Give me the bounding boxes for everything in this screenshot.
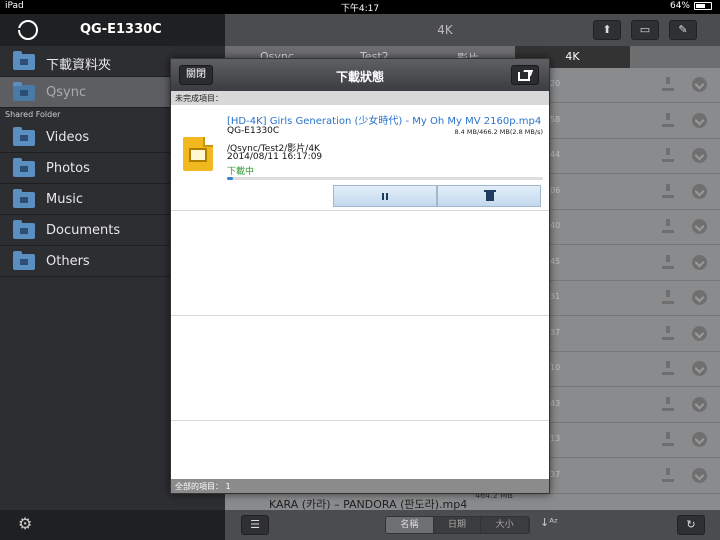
chevron-down-icon[interactable] bbox=[692, 467, 707, 483]
status-right: 64% bbox=[670, 1, 712, 11]
edit-button[interactable]: ✎ bbox=[669, 20, 697, 40]
logout-icon[interactable] bbox=[14, 20, 38, 40]
download-icon[interactable] bbox=[661, 290, 675, 304]
task-size-progress: 8.4 MB/466.2 MB(2.8 MB/s) bbox=[454, 128, 543, 136]
chevron-down-icon[interactable] bbox=[692, 77, 707, 92]
main-header: 4K ⬆ ▭ ✎ bbox=[225, 14, 720, 46]
share-button[interactable] bbox=[511, 65, 539, 85]
sort-by-size[interactable]: 大小 bbox=[481, 517, 529, 533]
sidebar-item-label: Music bbox=[46, 192, 83, 207]
empty-slot bbox=[171, 316, 549, 421]
download-icon[interactable] bbox=[661, 325, 675, 340]
shared-folder-heading: Shared Folder bbox=[5, 110, 61, 119]
download-icon[interactable] bbox=[661, 219, 675, 233]
download-icon[interactable] bbox=[661, 77, 675, 91]
clock: 下午4:17 bbox=[340, 4, 380, 14]
file-time: 58 bbox=[550, 114, 561, 124]
sidebar-header: QG-E1330C bbox=[0, 14, 225, 46]
chevron-down-icon[interactable] bbox=[692, 183, 707, 199]
chevron-down-icon[interactable] bbox=[692, 219, 707, 234]
sync-folder-icon bbox=[13, 82, 35, 101]
sidebar-item-label: Videos bbox=[46, 130, 90, 145]
sidebar-item-label: Others bbox=[46, 254, 90, 269]
empty-slot bbox=[171, 211, 549, 316]
dialog-footer: 全部的項目： 1 bbox=[171, 479, 549, 493]
folder-icon bbox=[13, 51, 35, 70]
download-icon[interactable] bbox=[661, 183, 675, 198]
dialog-title: 下載狀態 bbox=[335, 70, 384, 84]
sidebar-item-label: Documents bbox=[46, 223, 121, 238]
chevron-down-icon[interactable] bbox=[692, 361, 707, 376]
file-time: 37 bbox=[550, 469, 561, 479]
sidebar-item-label: Qsync bbox=[46, 85, 87, 100]
folder-icon bbox=[13, 158, 35, 177]
new-folder-button[interactable]: ▭ bbox=[631, 20, 659, 40]
file-time: 37 bbox=[550, 327, 561, 337]
download-icon[interactable] bbox=[661, 467, 675, 482]
video-file-icon bbox=[183, 137, 213, 171]
sidebar-item-label: Photos bbox=[46, 161, 90, 176]
file-time: 31 bbox=[550, 292, 561, 301]
dialog-header: 關閉 下載狀態 bbox=[171, 59, 549, 91]
sort-control: 名稱 日期 大小 bbox=[385, 516, 530, 534]
main-footer: ☰ 名稱 日期 大小 ↓ᴬᶻ ↻ bbox=[225, 510, 720, 540]
download-icon[interactable] bbox=[661, 432, 675, 446]
download-icon[interactable] bbox=[661, 361, 675, 375]
folder-icon bbox=[13, 220, 35, 239]
download-icon[interactable] bbox=[661, 148, 675, 162]
folder-icon bbox=[13, 189, 35, 208]
chevron-down-icon[interactable] bbox=[692, 148, 707, 163]
chevron-down-icon[interactable] bbox=[692, 325, 707, 341]
pause-icon bbox=[382, 193, 388, 200]
download-icon[interactable] bbox=[661, 112, 675, 127]
upload-button[interactable]: ⬆ bbox=[593, 20, 621, 40]
task-state: 下載中 bbox=[227, 167, 255, 177]
gear-icon[interactable]: ⚙ bbox=[18, 514, 32, 533]
sort-by-name[interactable]: 名稱 bbox=[386, 517, 434, 533]
battery-percent: 64% bbox=[669, 1, 690, 11]
download-status-dialog: 關閉 下載狀態 未完成項目： [HD-4K] Girls Generation … bbox=[170, 58, 550, 494]
task-datetime: 2014/08/11 16:17:09 bbox=[227, 152, 323, 162]
file-time: 44 bbox=[550, 150, 561, 159]
folder-icon bbox=[13, 127, 35, 146]
chevron-down-icon[interactable] bbox=[692, 396, 707, 412]
chevron-down-icon[interactable] bbox=[692, 112, 707, 128]
file-time: 10 bbox=[550, 363, 561, 372]
file-time: 06 bbox=[550, 185, 561, 195]
empty-slot bbox=[171, 421, 549, 479]
file-time: 45 bbox=[550, 256, 561, 266]
sort-order-icon[interactable]: ↓ᴬᶻ bbox=[540, 516, 558, 529]
download-task: [HD-4K] Girls Generation (少女時代) - My Oh … bbox=[171, 105, 549, 211]
sidebar-footer: ⚙ bbox=[0, 510, 225, 540]
file-time: 40 bbox=[550, 221, 561, 230]
delete-button[interactable] bbox=[437, 185, 541, 207]
download-progress-bar bbox=[227, 177, 543, 180]
pause-button[interactable] bbox=[333, 185, 437, 207]
refresh-button[interactable]: ↻ bbox=[677, 515, 705, 535]
file-time: 13 bbox=[550, 434, 561, 443]
chevron-down-icon[interactable] bbox=[692, 290, 707, 305]
chevron-down-icon[interactable] bbox=[692, 254, 707, 270]
sort-by-date[interactable]: 日期 bbox=[433, 517, 482, 533]
folder-icon bbox=[13, 251, 35, 270]
download-icon[interactable] bbox=[661, 396, 675, 411]
trash-icon bbox=[484, 190, 496, 201]
file-time: 20 bbox=[550, 79, 561, 88]
file-time: 43 bbox=[550, 398, 561, 408]
list-view-button[interactable]: ☰ bbox=[241, 515, 269, 535]
sidebar-item-label: 下載資料夾 bbox=[46, 58, 112, 73]
status-bar: iPad 下午4:17 64% bbox=[0, 0, 720, 14]
nas-name: QG-E1330C bbox=[80, 22, 162, 37]
task-host: QG-E1330C bbox=[227, 126, 280, 136]
list-item[interactable]: KARA (카라) – PANDORA (판도라).mp4 464.2 MB bbox=[225, 491, 720, 511]
download-icon[interactable] bbox=[661, 254, 675, 269]
battery-icon bbox=[694, 2, 712, 10]
chevron-down-icon[interactable] bbox=[692, 432, 707, 447]
incomplete-section-label: 未完成項目： bbox=[171, 91, 549, 105]
task-file-name: [HD-4K] Girls Generation (少女時代) - My Oh … bbox=[227, 116, 542, 127]
